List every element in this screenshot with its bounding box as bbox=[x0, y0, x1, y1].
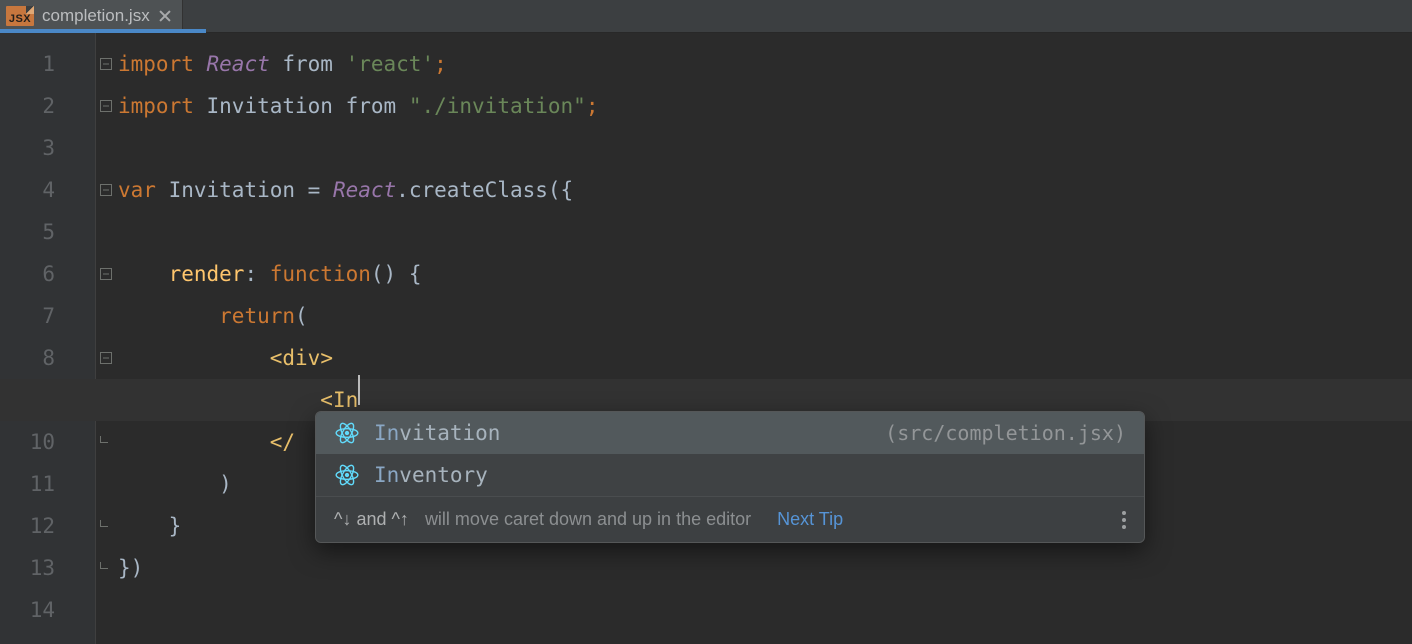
completion-hint: (src/completion.jsx) bbox=[885, 421, 1126, 445]
completion-label: Invitation bbox=[374, 421, 500, 445]
completion-popup: Invitation (src/completion.jsx) Inventor… bbox=[315, 411, 1145, 543]
code-area[interactable]: import React from 'react'; import Invita… bbox=[96, 33, 1412, 644]
line-number: 11 bbox=[0, 463, 95, 505]
completion-item[interactable]: Invitation (src/completion.jsx) bbox=[316, 412, 1144, 454]
editor[interactable]: 1 2 3 4 5 6 7 8 9 10 11 12 13 14 import … bbox=[0, 33, 1412, 644]
line-number: 10 bbox=[0, 421, 95, 463]
tab-completion-jsx[interactable]: JSX completion.jsx bbox=[0, 0, 183, 32]
next-tip-link[interactable]: Next Tip bbox=[777, 509, 843, 530]
close-icon[interactable] bbox=[158, 9, 172, 23]
tab-bar: JSX completion.jsx bbox=[0, 0, 1412, 33]
line-number: 14 bbox=[0, 589, 95, 631]
line-number: 4 bbox=[0, 169, 95, 211]
line-number: 7 bbox=[0, 295, 95, 337]
gutter: 1 2 3 4 5 6 7 8 9 10 11 12 13 14 bbox=[0, 33, 96, 644]
line-number: 12 bbox=[0, 505, 95, 547]
line-number: 1 bbox=[0, 43, 95, 85]
hint-keys: ^↓ and ^↑ bbox=[334, 509, 409, 530]
react-icon bbox=[334, 462, 360, 488]
more-icon[interactable] bbox=[1122, 511, 1126, 529]
line-number: 8 bbox=[0, 337, 95, 379]
completion-item[interactable]: Inventory bbox=[316, 454, 1144, 496]
line-number: 2 bbox=[0, 85, 95, 127]
line-number: 6 bbox=[0, 253, 95, 295]
jsx-file-icon: JSX bbox=[6, 6, 34, 26]
completion-label: Inventory bbox=[374, 463, 488, 487]
line-number: 5 bbox=[0, 211, 95, 253]
line-number: 13 bbox=[0, 547, 95, 589]
react-icon bbox=[334, 420, 360, 446]
line-number: 3 bbox=[0, 127, 95, 169]
tab-filename: completion.jsx bbox=[42, 6, 150, 26]
hint-text: will move caret down and up in the edito… bbox=[425, 509, 751, 530]
completion-footer: ^↓ and ^↑ will move caret down and up in… bbox=[316, 496, 1144, 542]
